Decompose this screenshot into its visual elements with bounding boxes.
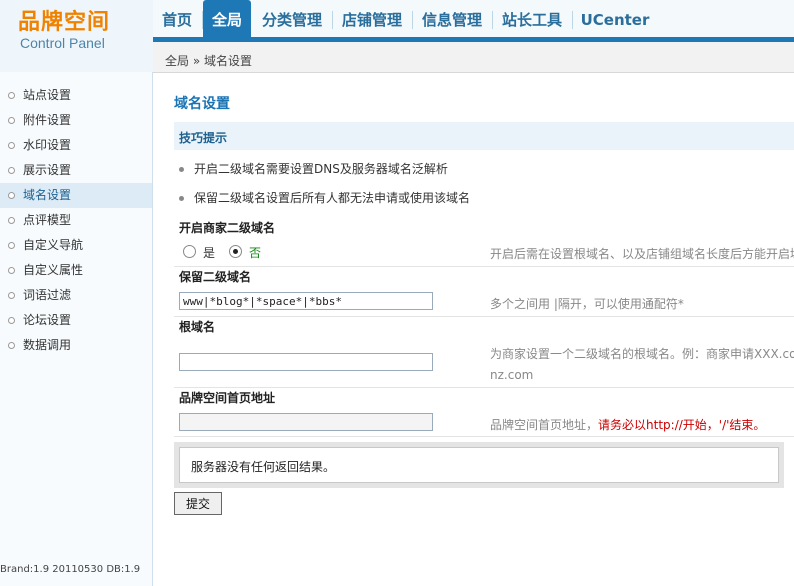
sidebar-item-custom-nav[interactable]: 自定义导航 (0, 233, 152, 258)
bullet-icon (8, 342, 15, 349)
bullet-icon (179, 167, 184, 172)
bullet-icon (8, 142, 15, 149)
sidebar-item-label: 点评模型 (23, 213, 72, 227)
bullet-icon (8, 192, 15, 199)
bullet-icon (8, 292, 15, 299)
submit-button[interactable]: 提交 (174, 492, 222, 515)
nav-item-global[interactable]: 全局 (203, 0, 251, 37)
bullet-icon (8, 167, 15, 174)
root-domain-input[interactable] (179, 353, 433, 371)
radio-yes-label[interactable]: 是 (203, 244, 215, 261)
nav-item-ucenter[interactable]: UCenter (573, 0, 657, 37)
homepage-url-input[interactable] (179, 413, 433, 431)
breadcrumb-bar: 全局 » 域名设置 (153, 42, 794, 73)
homepage-url-label: 品牌空间首页地址 (179, 391, 276, 405)
homepage-url-hint-text: 品牌空间首页地址， (490, 418, 599, 432)
sidebar-item-site[interactable]: 站点设置 (0, 83, 152, 108)
sidebar-item-data-call[interactable]: 数据调用 (0, 333, 152, 358)
radio-yes[interactable] (183, 245, 196, 258)
sidebar-item-attachment[interactable]: 附件设置 (0, 108, 152, 133)
row-divider (174, 316, 794, 317)
sidebar-item-watermark[interactable]: 水印设置 (0, 133, 152, 158)
row-divider (174, 387, 794, 388)
server-message-text: 服务器没有任何返回结果。 (191, 460, 336, 474)
reserved-subdomain-label: 保留二级域名 (179, 270, 252, 284)
sidebar-item-display[interactable]: 展示设置 (0, 158, 152, 183)
version-info: Brand:1.9 20110530 DB:1.9 (0, 564, 141, 575)
enable-subdomain-label: 开启商家二级域名 (179, 221, 276, 235)
tip-line: 保留二级域名设置后所有人都无法申请或使用该域名 (179, 189, 470, 206)
homepage-url-hint: 品牌空间首页地址，请务必以http://开始，'/'结束。 (490, 416, 765, 433)
row-divider (174, 436, 794, 437)
breadcrumb: 全局 » 域名设置 (165, 54, 252, 68)
tip-line: 开启二级域名需要设置DNS及服务器域名泛解析 (179, 160, 448, 177)
radio-no-label[interactable]: 否 (249, 244, 261, 261)
row-divider (174, 266, 794, 267)
logo-title: 品牌空间 (18, 10, 111, 35)
nav-item-category[interactable]: 分类管理 (253, 0, 331, 37)
page-title: 域名设置 (174, 96, 230, 112)
top-nav: 首页 全局 分类管理 店铺管理 信息管理 站长工具 UCenter (153, 0, 794, 37)
tip-text: 保留二级域名设置后所有人都无法申请或使用该域名 (194, 191, 471, 205)
logo-subtitle: Control Panel (20, 35, 105, 51)
sidebar-item-label: 自定义导航 (23, 238, 84, 252)
bullet-icon (8, 92, 15, 99)
bullet-icon (8, 267, 15, 274)
sidebar-item-label: 站点设置 (23, 88, 72, 102)
reserved-subdomain-hint: 多个之间用 |隔开，可以使用通配符* (490, 297, 684, 311)
bullet-icon (8, 242, 15, 249)
root-domain-hint-cont: nz.com (490, 368, 534, 382)
sidebar-item-label: 论坛设置 (23, 313, 72, 327)
logo: 品牌空间 Control Panel (0, 0, 153, 72)
nav-item-tools[interactable]: 站长工具 (493, 0, 571, 37)
nav-item-home[interactable]: 首页 (153, 0, 201, 37)
homepage-url-warning: 请务必以http://开始，'/'结束。 (598, 418, 766, 432)
root-domain-label: 根域名 (179, 320, 216, 334)
bullet-icon (8, 117, 15, 124)
bullet-icon (8, 217, 15, 224)
sidebar-item-label: 展示设置 (23, 163, 72, 177)
sidebar-item-label: 附件设置 (23, 113, 72, 127)
server-message-box: 服务器没有任何返回结果。 (174, 442, 784, 488)
tips-heading: 技巧提示 (179, 131, 228, 145)
nav-item-shops[interactable]: 店铺管理 (333, 0, 411, 37)
sidebar-item-label: 水印设置 (23, 138, 72, 152)
sidebar-item-label: 数据调用 (23, 338, 72, 352)
sidebar-item-domain[interactable]: 域名设置 (0, 183, 152, 208)
sidebar-item-word-filter[interactable]: 词语过滤 (0, 283, 152, 308)
sidebar-item-label: 词语过滤 (23, 288, 72, 302)
enable-subdomain-hint: 开启后需在设置根域名、以及店铺组域名长度后方能开启域 (490, 247, 794, 261)
radio-no[interactable] (229, 245, 242, 258)
sidebar-item-custom-attr[interactable]: 自定义属性 (0, 258, 152, 283)
bullet-icon (179, 196, 184, 201)
sidebar-item-review-model[interactable]: 点评模型 (0, 208, 152, 233)
sidebar-item-label: 自定义属性 (23, 263, 84, 277)
root-domain-hint: 为商家设置一个二级域名的根域名。例：商家申请XXX.co (490, 347, 794, 361)
bullet-icon (8, 317, 15, 324)
tip-text: 开启二级域名需要设置DNS及服务器域名泛解析 (194, 162, 448, 176)
sidebar-item-forum[interactable]: 论坛设置 (0, 308, 152, 333)
nav-item-info[interactable]: 信息管理 (413, 0, 491, 37)
server-message-inner: 服务器没有任何返回结果。 (179, 447, 779, 483)
sidebar: 站点设置 附件设置 水印设置 展示设置 域名设置 点评模型 自定义导航 自定义属… (0, 72, 153, 586)
tips-header: 技巧提示 (174, 122, 794, 150)
reserved-subdomain-input[interactable]: www|*blog*|*space*|*bbs* (179, 292, 433, 310)
sidebar-item-label: 域名设置 (23, 188, 72, 202)
